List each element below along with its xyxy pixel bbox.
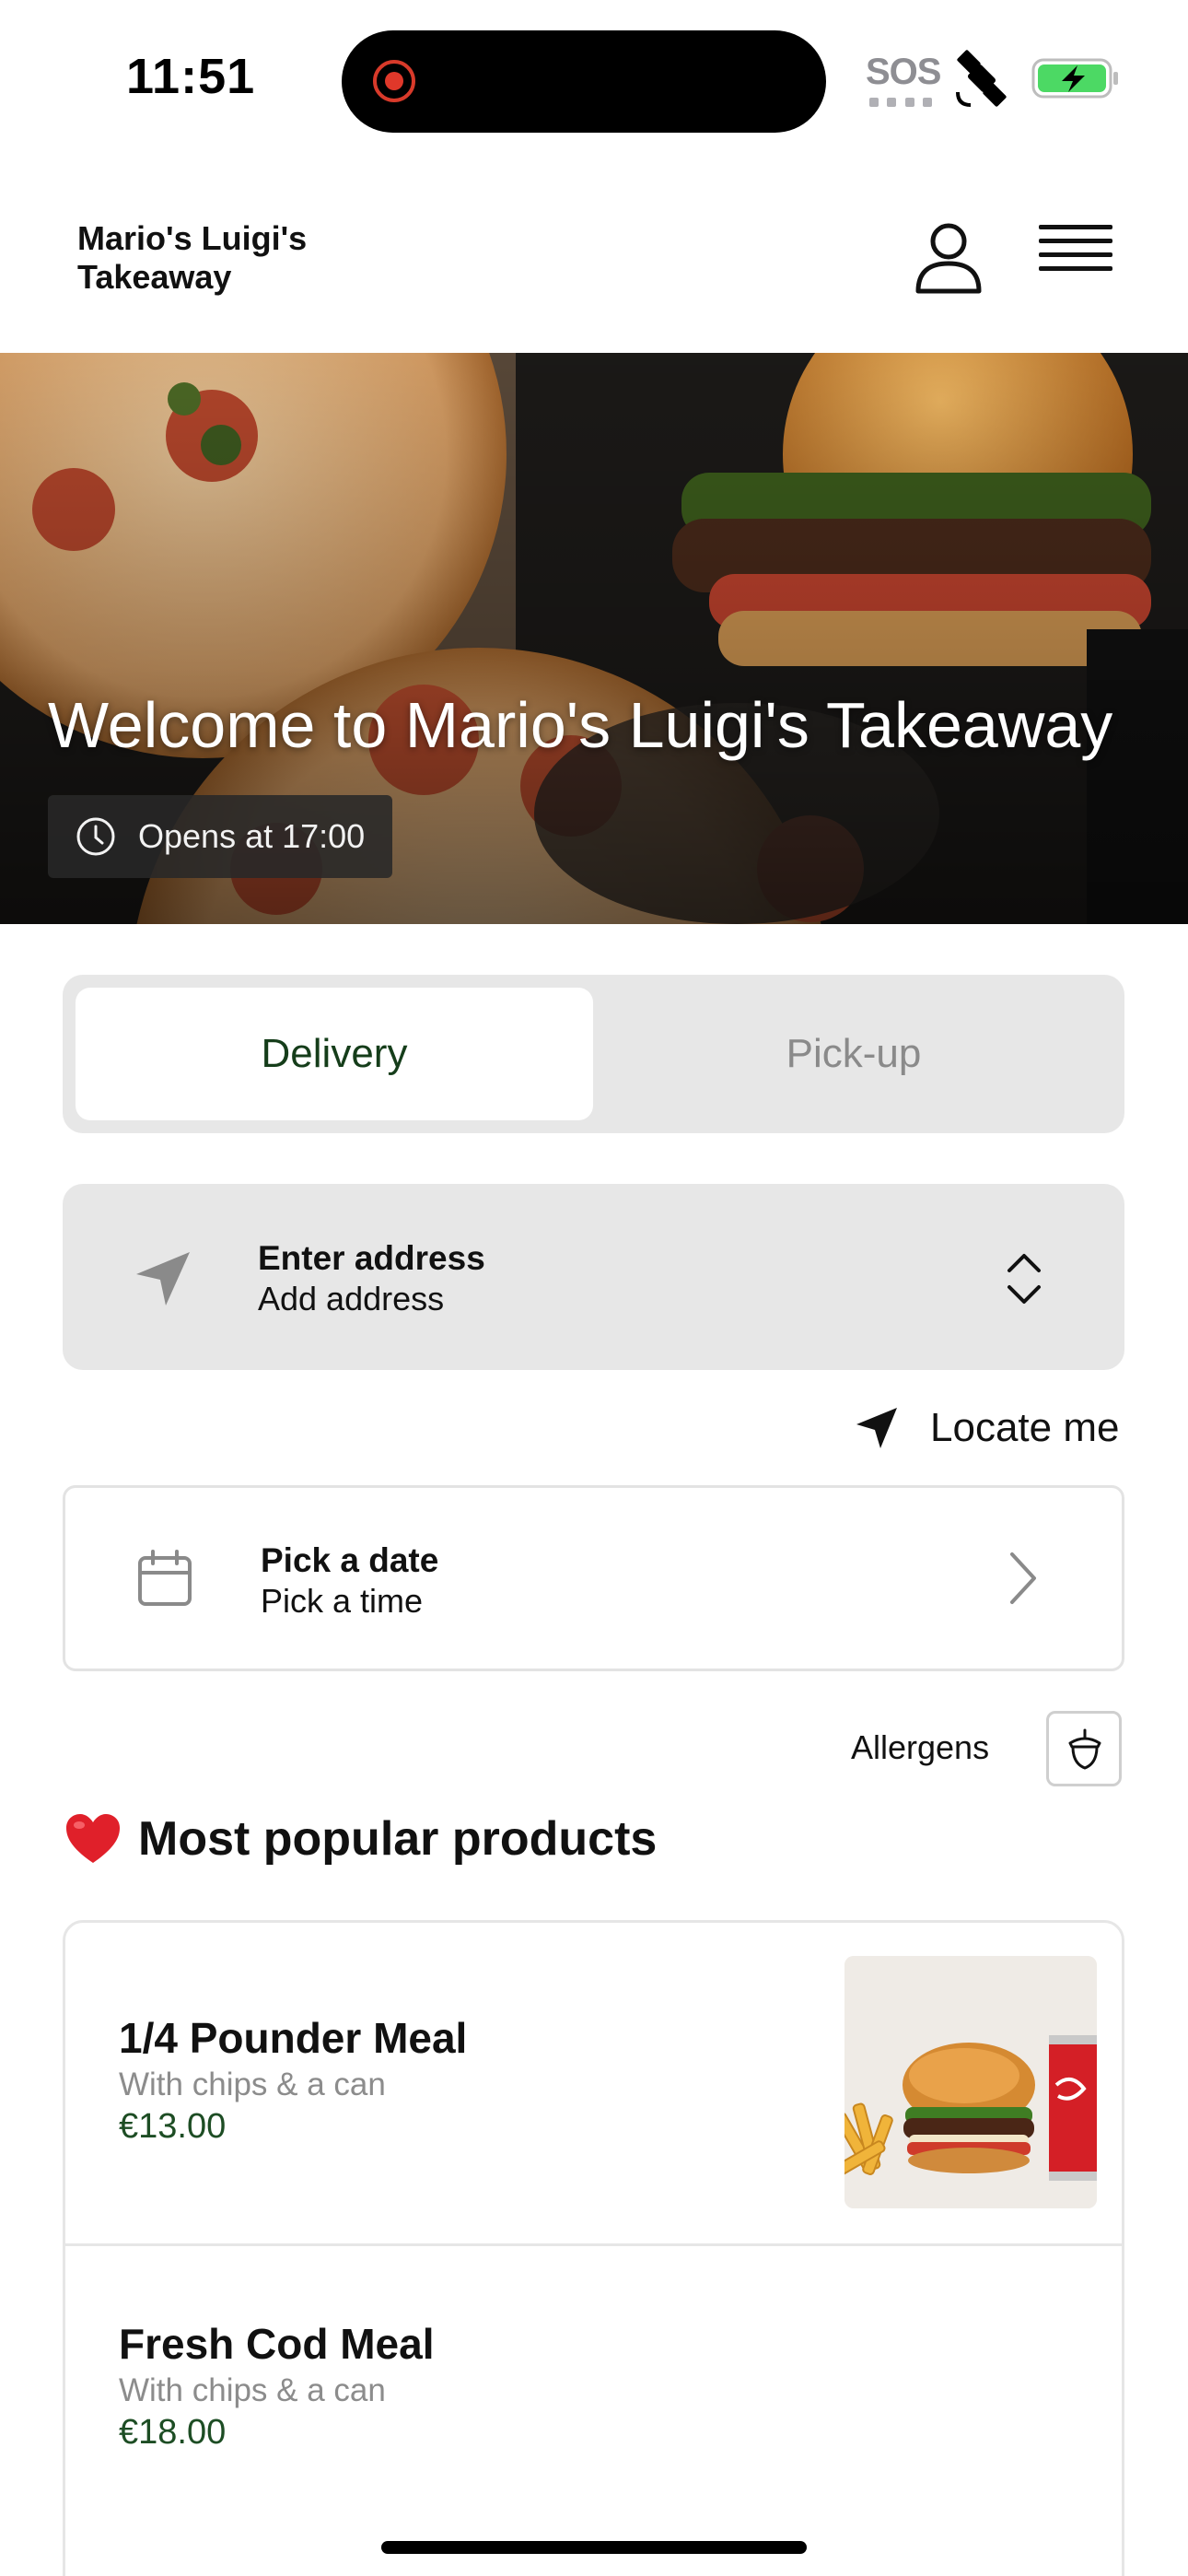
calendar-icon (138, 1550, 192, 1606)
app-screen: 11:51 SOS Mario's Luigi's Takeaway Welco… (0, 0, 1188, 2576)
product-price: €18.00 (119, 2413, 227, 2452)
locate-me-button[interactable]: Locate me (855, 1399, 1119, 1458)
product-name: Fresh Cod Meal (119, 2320, 435, 2368)
popular-section-heading: Most popular products (64, 1811, 657, 1867)
delivery-tab[interactable]: Delivery (76, 988, 593, 1120)
hero-banner: Welcome to Mario's Luigi's Takeaway Open… (0, 353, 1188, 924)
user-account-icon[interactable] (914, 221, 984, 295)
allergens-button[interactable] (1046, 1711, 1122, 1786)
satellite-icon (956, 50, 1007, 107)
date-title: Pick a date (261, 1541, 439, 1579)
order-mode-toggle: Delivery Pick-up (63, 975, 1124, 1133)
location-arrow-icon (136, 1252, 190, 1306)
product-card[interactable]: 1/4 Pounder Meal With chips & a can €13.… (65, 1923, 1122, 2246)
address-title: Enter address (258, 1239, 485, 1277)
hero-title: Welcome to Mario's Luigi's Takeaway (48, 689, 1113, 761)
sos-indicator: SOS (866, 52, 941, 92)
date-time-picker[interactable]: Pick a date Pick a time (63, 1485, 1124, 1671)
restaurant-name[interactable]: Mario's Luigi's Takeaway (77, 219, 427, 297)
locate-me-label: Locate me (930, 1405, 1120, 1450)
chevron-right-icon (1010, 1552, 1036, 1604)
product-name: 1/4 Pounder Meal (119, 2014, 468, 2062)
opening-hours-text: Opens at 17:00 (138, 817, 366, 855)
product-card[interactable]: Fresh Cod Meal With chips & a can €18.00 (65, 2243, 1122, 2576)
product-list: 1/4 Pounder Meal With chips & a can €13.… (63, 1920, 1124, 2576)
acorn-icon (1068, 1728, 1101, 1770)
chevron-up-down-icon (1007, 1254, 1041, 1304)
clock-icon (76, 817, 115, 856)
battery-charging-icon (1031, 58, 1118, 99)
time-subtitle: Pick a time (261, 1582, 424, 1620)
product-description: With chips & a can (119, 2372, 386, 2408)
home-indicator[interactable] (381, 2541, 807, 2554)
popular-title: Most popular products (138, 1812, 658, 1866)
hamburger-menu-icon[interactable] (1039, 225, 1112, 291)
product-image (844, 1956, 1097, 2208)
pickup-tab[interactable]: Pick-up (595, 988, 1112, 1120)
address-selector[interactable]: Enter address Add address (63, 1184, 1124, 1370)
address-subtitle: Add address (258, 1280, 445, 1317)
dynamic-island (342, 30, 826, 133)
burger-meal-image (844, 1956, 1097, 2208)
allergens-label[interactable]: Allergens (851, 1728, 989, 1767)
screen-recording-icon (373, 60, 415, 102)
sos-dots-icon (869, 98, 932, 107)
product-price: €13.00 (119, 2107, 227, 2146)
product-description: With chips & a can (119, 2067, 386, 2102)
heart-icon (66, 1814, 120, 1863)
location-arrow-icon (856, 1408, 897, 1448)
status-time: 11:51 (126, 49, 256, 104)
opening-hours-badge: Opens at 17:00 (48, 795, 393, 878)
